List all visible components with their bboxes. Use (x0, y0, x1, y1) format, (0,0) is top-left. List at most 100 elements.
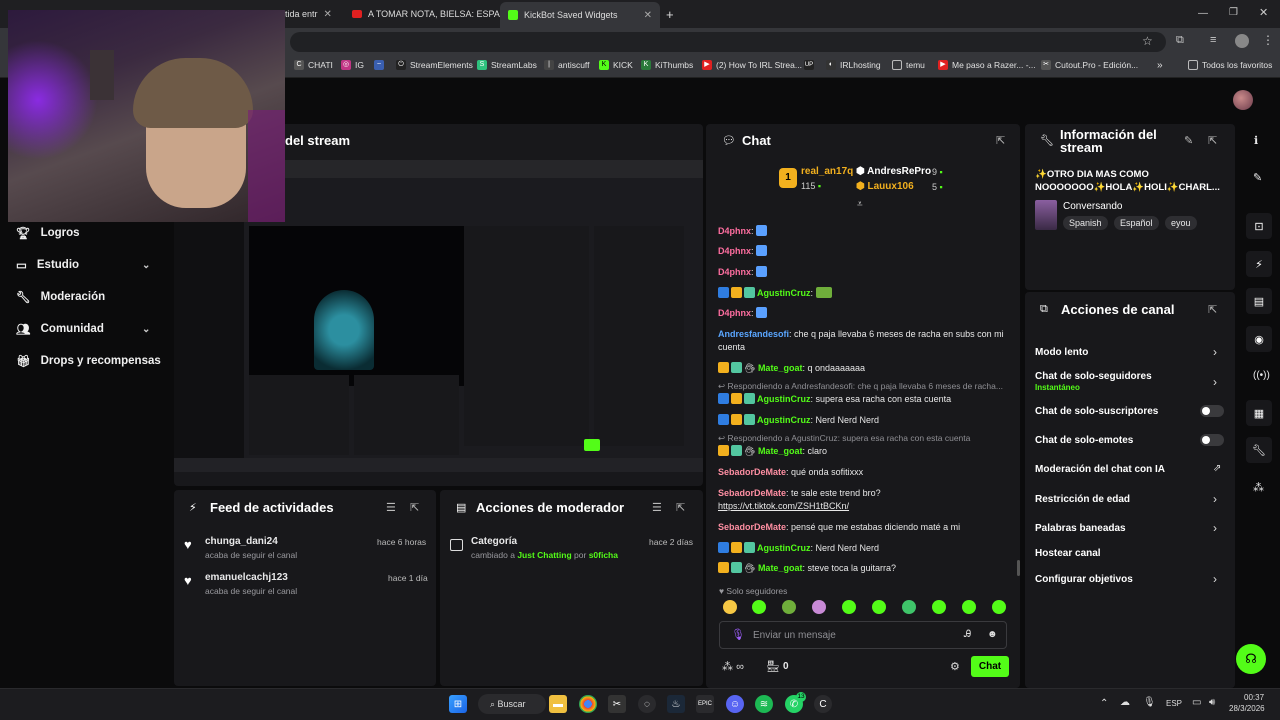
bookmark[interactable]: ▶ Me paso a Razer... -... (938, 60, 1036, 70)
action-ai-moderation[interactable]: Moderación del chat con IA (1035, 464, 1165, 475)
chevron-right-icon[interactable]: › (1213, 375, 1217, 389)
broadcast-icon[interactable]: ((•)) (1253, 370, 1270, 381)
chat-scrollbar[interactable] (1017, 560, 1020, 576)
popout-icon[interactable]: ⇱ (676, 501, 685, 514)
bookmark[interactable]: UP (804, 60, 814, 70)
feed-user[interactable]: emanuelcachj123 (205, 572, 288, 583)
chat-bubble-icon[interactable]: ◉ (1246, 326, 1272, 352)
translate-icon[interactable]: Ꭿ (964, 629, 971, 640)
epic-games-icon[interactable]: EPIC (696, 695, 714, 713)
edit-pencil-icon[interactable]: ✎ (1184, 134, 1193, 147)
profile-icon[interactable] (1235, 34, 1249, 48)
action-followers-only[interactable]: Chat de solo-seguidores (1035, 371, 1152, 382)
edit-pencil-icon[interactable]: ✎ (1253, 171, 1262, 184)
close-window-icon[interactable]: ✕ (1259, 6, 1268, 19)
spotify-icon[interactable]: ≋ (755, 695, 773, 713)
leader-name[interactable]: ⬢ AndresRePro (856, 166, 931, 177)
widgets-icon[interactable]: ⁂ (1253, 481, 1264, 494)
emote[interactable] (962, 600, 976, 614)
filter-icon[interactable]: ☰ (652, 501, 662, 514)
popout-icon[interactable]: ⇱ (1208, 303, 1217, 316)
microphone-icon[interactable]: 🎙︎ (731, 628, 745, 641)
bookmark[interactable]: K KICK (599, 60, 633, 70)
bookmark[interactable]: ▶ (2) How To IRL Strea... (702, 60, 802, 70)
mod-actions-icon[interactable]: ▦ (1246, 400, 1272, 426)
emotes-only-toggle[interactable] (1200, 434, 1224, 446)
send-chat-button[interactable]: Chat (971, 656, 1009, 677)
chrome-icon[interactable] (579, 695, 597, 713)
clock-time[interactable]: 00:37 (1244, 693, 1264, 702)
taskbar-search[interactable]: ⌕ Buscar (478, 694, 546, 714)
action-host-channel[interactable]: Hostear canal (1035, 548, 1101, 559)
bookmark[interactable]: ✂ Cutout.Pro - Edición... (1041, 60, 1138, 70)
action-configure-goals[interactable]: Configurar objetivos (1035, 574, 1133, 585)
bookmark[interactable]: ◎ IG (341, 60, 364, 70)
document-icon[interactable]: ▤ (1246, 288, 1272, 314)
browser-tab[interactable]: rtida entr ✕ (282, 4, 332, 24)
emote[interactable] (723, 600, 737, 614)
bookmark-folder[interactable]: Todos los favoritos (1188, 60, 1272, 70)
info-icon[interactable]: ℹ (1254, 134, 1258, 147)
extensions-icon[interactable]: ⧉ (1176, 34, 1184, 47)
collapse-icon[interactable]: ⩡ (857, 199, 863, 210)
bookmark[interactable]: C CHATI (294, 60, 333, 70)
tab-close-icon[interactable]: ✕ (324, 9, 332, 20)
leader-name[interactable]: ⬢ Lauux106 (856, 181, 914, 192)
emote[interactable] (992, 600, 1006, 614)
microphone-tray-icon[interactable]: 🎙︎ (1143, 697, 1156, 708)
onedrive-icon[interactable]: ☁ (1120, 697, 1130, 708)
leader-name[interactable]: real_an17q (801, 166, 853, 177)
sidebar-item-logros[interactable]: 🏆︎ Logros (16, 226, 80, 240)
sidebar-item-drops[interactable]: 🎁︎ Drops y recompensas (16, 354, 161, 368)
action-age-restriction[interactable]: Restricción de edad (1035, 494, 1130, 505)
minimize-icon[interactable]: — (1198, 8, 1208, 19)
popout-icon[interactable]: ⇱ (410, 501, 419, 514)
obs-icon[interactable]: ◌ (638, 695, 656, 713)
volume-icon[interactable]: 🔊︎ (1209, 697, 1215, 708)
chevron-right-icon[interactable]: › (1213, 345, 1217, 359)
points-icon[interactable]: ⁂ ∞ (722, 660, 744, 673)
bookmark[interactable]: temu (892, 60, 925, 70)
support-headset-icon[interactable]: ☊ (1236, 644, 1266, 674)
tag-pill[interactable]: eyou (1165, 216, 1197, 230)
bookmark[interactable]: S StreamLabs (477, 60, 537, 70)
stream-category[interactable]: Conversando (1063, 201, 1122, 212)
cutout-icon[interactable]: C (814, 695, 832, 713)
tag-pill[interactable]: Español (1114, 216, 1159, 230)
wrench-icon[interactable]: 🔧︎ (1246, 437, 1272, 463)
file-explorer-icon[interactable]: ▬ (549, 695, 567, 713)
emote[interactable] (812, 600, 826, 614)
more-bookmarks-icon[interactable]: » (1157, 60, 1163, 71)
filter-icon[interactable]: ☰ (386, 501, 396, 514)
emote[interactable] (752, 600, 766, 614)
emoji-icon[interactable]: ☻ (987, 629, 998, 640)
chevron-right-icon[interactable]: › (1213, 572, 1217, 586)
emote[interactable] (782, 600, 796, 614)
chevron-right-icon[interactable]: › (1213, 521, 1217, 535)
emote[interactable] (932, 600, 946, 614)
sidebar-item-estudio[interactable]: ▭ Estudio ⌄ (16, 258, 150, 272)
sidebar-item-comunidad[interactable]: 👥︎ Comunidad ⌄ (16, 322, 150, 336)
capcut-icon[interactable]: ✂ (608, 695, 626, 713)
bolt-icon[interactable]: ⚡︎ (1246, 251, 1272, 277)
capture-icon[interactable]: ⊡ (1246, 213, 1272, 239)
action-banned-words[interactable]: Palabras baneadas (1035, 523, 1126, 534)
store-icon[interactable]: 🏪︎ (766, 660, 780, 673)
emote[interactable] (872, 600, 886, 614)
tray-chevron-icon[interactable]: ⌃ (1100, 698, 1108, 709)
windows-start-icon[interactable]: ⊞ (449, 695, 467, 713)
tag-pill[interactable]: Spanish (1063, 216, 1108, 230)
user-avatar[interactable] (1233, 90, 1253, 110)
tab-close-icon[interactable]: ✕ (644, 10, 652, 21)
emote[interactable] (902, 600, 916, 614)
media-icon[interactable]: ≡ (1210, 34, 1216, 46)
action-slow-mode[interactable]: Modo lento (1035, 347, 1088, 358)
new-tab-button[interactable]: + (666, 4, 674, 24)
steam-icon[interactable]: ♨ (667, 695, 685, 713)
discord-icon[interactable]: ☺ (726, 695, 744, 713)
bookmark[interactable]: K KiThumbs (641, 60, 693, 70)
sidebar-item-moderacion[interactable]: 🔧︎ Moderación (16, 290, 105, 304)
chevron-right-icon[interactable]: › (1213, 492, 1217, 506)
star-icon[interactable]: ☆ (1142, 34, 1153, 48)
keyboard-language[interactable]: ESP (1166, 699, 1182, 708)
